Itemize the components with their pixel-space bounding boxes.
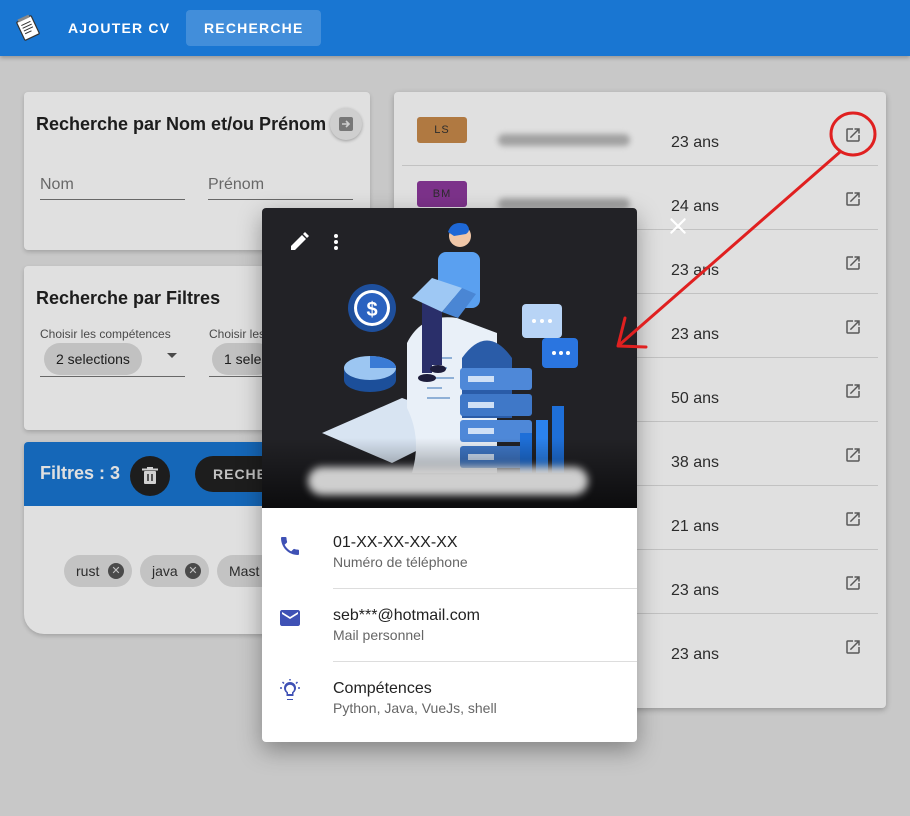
svg-text:$: $ bbox=[366, 299, 377, 321]
skills-list: Python, Java, VueJs, shell bbox=[333, 700, 497, 716]
phone-icon bbox=[281, 537, 299, 555]
candidate-name-blurred bbox=[308, 467, 588, 495]
more-vert-icon[interactable] bbox=[332, 232, 340, 252]
app-bar: AJOUTER CV RECHERCHE bbox=[0, 0, 910, 56]
phone-label: Numéro de téléphone bbox=[333, 554, 468, 570]
nav-add-cv[interactable]: AJOUTER CV bbox=[50, 10, 188, 46]
mail-label: Mail personnel bbox=[333, 627, 425, 643]
cv-detail-dialog: $ 01-XX-XX-XX-XX Numéro de téléphone seb… bbox=[262, 208, 637, 742]
skills-title: Compétences bbox=[333, 680, 432, 697]
nav-search[interactable]: RECHERCHE bbox=[186, 10, 322, 46]
phone-row: 01-XX-XX-XX-XX Numéro de téléphone bbox=[262, 514, 637, 589]
skills-row: Compétences Python, Java, VueJs, shell bbox=[262, 660, 637, 733]
mail-icon bbox=[280, 610, 300, 626]
phone-number: 01-XX-XX-XX-XX bbox=[333, 534, 458, 551]
close-icon[interactable] bbox=[668, 216, 688, 236]
mail-row: seb***@hotmail.com Mail personnel bbox=[262, 587, 637, 662]
profile-hero: $ bbox=[262, 208, 637, 508]
notepad-icon[interactable] bbox=[14, 14, 42, 42]
lightbulb-icon bbox=[280, 679, 300, 700]
mail-address: seb***@hotmail.com bbox=[333, 607, 480, 624]
edit-icon[interactable] bbox=[288, 231, 310, 253]
